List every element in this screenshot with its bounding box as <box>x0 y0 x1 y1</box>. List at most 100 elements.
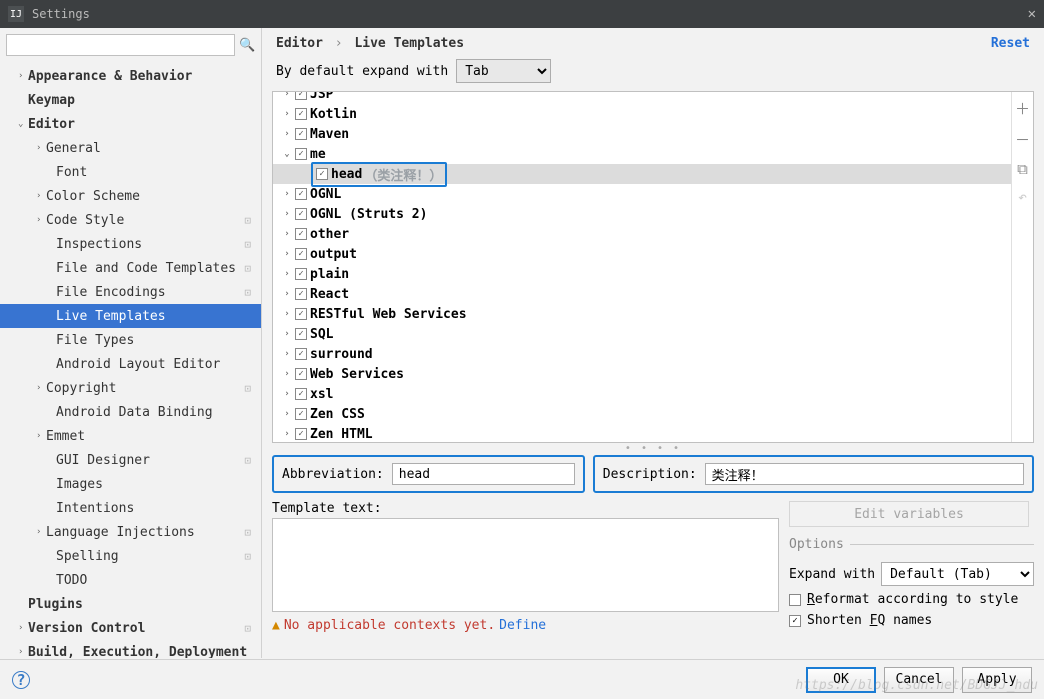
copy-icon[interactable]: ⧉ <box>1017 160 1028 178</box>
template-checkbox[interactable]: ✓ <box>295 248 307 260</box>
tree-row[interactable]: ✓head（类注释！） <box>273 164 1011 184</box>
sidebar-item-keymap[interactable]: Keymap <box>0 88 261 112</box>
template-checkbox[interactable]: ✓ <box>295 108 307 120</box>
sidebar-item-font[interactable]: Font <box>0 160 261 184</box>
sidebar-item-language-injections[interactable]: ›Language Injections⊡ <box>0 520 261 544</box>
tree-row[interactable]: ›✓Maven <box>273 124 1011 144</box>
expand-arrow-icon: › <box>279 229 295 239</box>
sidebar-item-label: Appearance & Behavior <box>28 69 192 84</box>
sidebar-item-live-templates[interactable]: Live Templates <box>0 304 261 328</box>
sidebar-item-label: Spelling <box>56 549 119 564</box>
tree-item-label: React <box>310 287 349 302</box>
tree-row[interactable]: ›✓plain <box>273 264 1011 284</box>
tree-row[interactable]: ›✓surround <box>273 344 1011 364</box>
tree-row[interactable]: ›✓JSP <box>273 92 1011 104</box>
app-icon: IJ <box>8 6 24 22</box>
template-tree[interactable]: ›✓JSP›✓Kotlin›✓Maven⌄✓me✓head（类注释！）›✓OGN… <box>273 92 1011 442</box>
sidebar-item-label: GUI Designer <box>56 453 150 468</box>
sidebar-item-version-control[interactable]: ›Version Control⊡ <box>0 616 261 640</box>
reformat-checkbox[interactable] <box>789 594 801 606</box>
tree-item-label: Zen HTML <box>310 427 373 442</box>
sidebar-item-android-layout-editor[interactable]: Android Layout Editor <box>0 352 261 376</box>
tree-row[interactable]: ›✓RESTful Web Services <box>273 304 1011 324</box>
tree-row[interactable]: ›✓OGNL <box>273 184 1011 204</box>
reset-link[interactable]: Reset <box>991 36 1030 51</box>
apply-button[interactable]: Apply <box>962 667 1032 693</box>
description-input[interactable] <box>705 463 1024 485</box>
search-icon[interactable]: 🔍 <box>239 38 255 53</box>
template-checkbox[interactable]: ✓ <box>295 148 307 160</box>
sidebar-item-color-scheme[interactable]: ›Color Scheme <box>0 184 261 208</box>
expand-arrow-icon: ⌄ <box>279 149 295 159</box>
template-checkbox[interactable]: ✓ <box>295 288 307 300</box>
sidebar-item-file-encodings[interactable]: File Encodings⊡ <box>0 280 261 304</box>
template-checkbox[interactable]: ✓ <box>295 328 307 340</box>
settings-tree[interactable]: ›Appearance & BehaviorKeymap⌄Editor›Gene… <box>0 62 261 658</box>
sidebar-item-build-execution-deployment[interactable]: ›Build, Execution, Deployment <box>0 640 261 658</box>
expand-with-select[interactable]: Default (Tab) <box>881 562 1034 586</box>
add-icon[interactable]: ＋ <box>1015 98 1030 119</box>
sidebar-item-appearance-behavior[interactable]: ›Appearance & Behavior <box>0 64 261 88</box>
template-checkbox[interactable]: ✓ <box>295 268 307 280</box>
tree-item-label: Maven <box>310 127 349 142</box>
undo-icon[interactable]: ↶ <box>1018 188 1027 206</box>
splitter-grip[interactable]: • • • • <box>262 443 1044 451</box>
sidebar-item-code-style[interactable]: ›Code Style⊡ <box>0 208 261 232</box>
breadcrumb-child: Live Templates <box>354 36 464 51</box>
tree-item-label: plain <box>310 267 349 282</box>
sidebar-item-general[interactable]: ›General <box>0 136 261 160</box>
template-checkbox[interactable]: ✓ <box>295 188 307 200</box>
define-link[interactable]: Define <box>499 618 546 633</box>
cancel-button[interactable]: Cancel <box>884 667 954 693</box>
expand-arrow-icon: › <box>279 189 295 199</box>
template-checkbox[interactable]: ✓ <box>295 428 307 440</box>
sidebar-item-label: Version Control <box>28 621 145 636</box>
help-icon[interactable]: ? <box>12 671 30 689</box>
remove-icon[interactable]: － <box>1015 129 1030 150</box>
sidebar-item-plugins[interactable]: Plugins <box>0 592 261 616</box>
abbreviation-input[interactable] <box>392 463 575 485</box>
sidebar-item-todo[interactable]: TODO <box>0 568 261 592</box>
ok-button[interactable]: OK <box>806 667 876 693</box>
sidebar-item-images[interactable]: Images <box>0 472 261 496</box>
sidebar-item-inspections[interactable]: Inspections⊡ <box>0 232 261 256</box>
tree-row[interactable]: ›✓output <box>273 244 1011 264</box>
tree-row[interactable]: ›✓other <box>273 224 1011 244</box>
default-expand-select[interactable]: Tab <box>456 59 551 83</box>
tree-row[interactable]: ›✓Kotlin <box>273 104 1011 124</box>
sidebar-item-file-and-code-templates[interactable]: File and Code Templates⊡ <box>0 256 261 280</box>
template-text-area[interactable] <box>272 518 779 612</box>
template-checkbox[interactable]: ✓ <box>295 308 307 320</box>
tree-row[interactable]: ›✓Zen CSS <box>273 404 1011 424</box>
template-checkbox[interactable]: ✓ <box>295 388 307 400</box>
tree-row[interactable]: ›✓Web Services <box>273 364 1011 384</box>
template-checkbox[interactable]: ✓ <box>316 168 328 180</box>
tree-row[interactable]: ›✓React <box>273 284 1011 304</box>
template-checkbox[interactable]: ✓ <box>295 92 307 100</box>
template-checkbox[interactable]: ✓ <box>295 128 307 140</box>
tree-row[interactable]: ›✓SQL <box>273 324 1011 344</box>
template-checkbox[interactable]: ✓ <box>295 348 307 360</box>
sidebar-item-editor[interactable]: ⌄Editor <box>0 112 261 136</box>
shorten-checkbox[interactable]: ✓ <box>789 615 801 627</box>
tree-row[interactable]: ›✓xsl <box>273 384 1011 404</box>
close-icon[interactable]: ✕ <box>1028 6 1036 22</box>
sidebar-item-intentions[interactable]: Intentions <box>0 496 261 520</box>
sidebar-item-spelling[interactable]: Spelling⊡ <box>0 544 261 568</box>
tree-row[interactable]: ›✓Zen HTML <box>273 424 1011 442</box>
sidebar-item-android-data-binding[interactable]: Android Data Binding <box>0 400 261 424</box>
expand-arrow-icon: ⌄ <box>18 119 28 129</box>
template-checkbox[interactable]: ✓ <box>295 408 307 420</box>
search-input[interactable] <box>6 34 235 56</box>
tree-row[interactable]: ›✓OGNL (Struts 2) <box>273 204 1011 224</box>
sidebar-item-copyright[interactable]: ›Copyright⊡ <box>0 376 261 400</box>
sidebar-item-emmet[interactable]: ›Emmet <box>0 424 261 448</box>
expand-arrow-icon: › <box>279 369 295 379</box>
sidebar-item-gui-designer[interactable]: GUI Designer⊡ <box>0 448 261 472</box>
sidebar-item-label: Code Style <box>46 213 124 228</box>
template-checkbox[interactable]: ✓ <box>295 228 307 240</box>
sidebar-item-file-types[interactable]: File Types <box>0 328 261 352</box>
template-checkbox[interactable]: ✓ <box>295 368 307 380</box>
template-checkbox[interactable]: ✓ <box>295 208 307 220</box>
expand-arrow-icon: › <box>18 623 28 633</box>
